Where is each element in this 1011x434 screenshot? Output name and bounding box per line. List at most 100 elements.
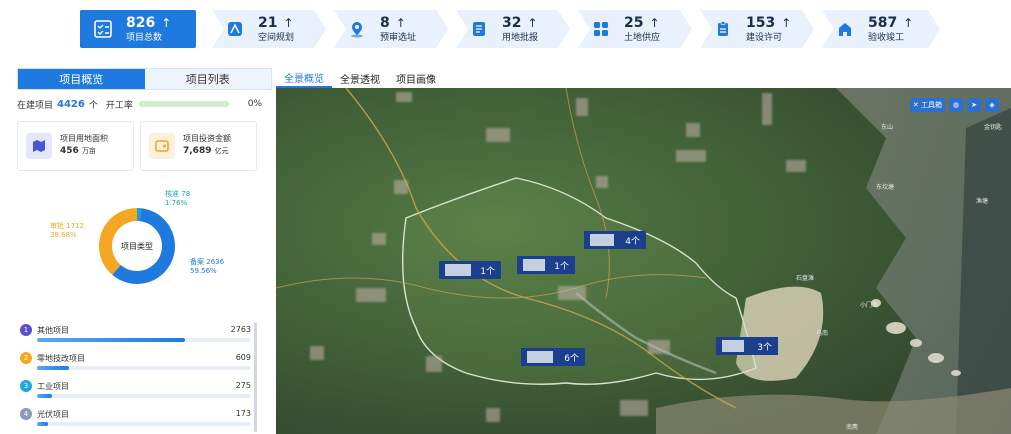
project-marker[interactable]: 1个 xyxy=(439,261,501,279)
stat-value: 25 xyxy=(624,14,644,31)
up-arrow-icon: ↑ xyxy=(649,15,660,30)
blurred-label xyxy=(576,98,588,116)
place-label: 东坎塘 xyxy=(876,184,895,191)
category-name: 工业项目 xyxy=(37,382,69,391)
donut-label-filed: 备案 2636 59.56% xyxy=(190,258,224,276)
globe-button[interactable]: ◍ xyxy=(949,98,963,112)
blurred-label xyxy=(523,259,545,271)
map-tabs: 全景概览 全景透视 项目画像 xyxy=(276,68,444,88)
slice-value: 78 xyxy=(181,190,191,198)
category-value: 609 xyxy=(235,353,251,362)
category-bar-fill xyxy=(37,394,52,398)
tab-panorama-perspective[interactable]: 全景透视 xyxy=(332,68,388,88)
card-title: 项目用地面积 xyxy=(60,134,108,144)
stat-value: 8 xyxy=(380,14,390,31)
blurred-label xyxy=(786,160,806,172)
marker-count: 3个 xyxy=(757,342,772,353)
clipboard-icon xyxy=(712,18,734,40)
place-label: 金钥匙 xyxy=(984,124,1003,131)
tab-project-portrait[interactable]: 项目画像 xyxy=(388,68,444,88)
layers-button[interactable]: ◈ xyxy=(985,98,999,112)
blurred-label xyxy=(426,356,442,372)
stat-total-projects[interactable]: 826 ↑ 项目总数 xyxy=(80,10,196,48)
stat-value: 826 xyxy=(126,14,156,31)
list-item[interactable]: 3 工业项目 275 xyxy=(17,380,257,402)
category-name: 其他项目 xyxy=(37,326,69,335)
stat-value: 587 xyxy=(868,14,898,31)
progress-unit: 个 xyxy=(88,100,98,111)
blurred-label xyxy=(372,233,386,245)
satellite-map[interactable]: 东山 金钥匙 东坎塘 渔塘 石盘滩 乌南 小门岛 南麂 1个 1个 4个 6个 … xyxy=(276,88,1011,434)
category-bar-track xyxy=(37,394,251,398)
stat-value: 21 xyxy=(258,14,278,31)
up-arrow-icon: ↑ xyxy=(161,15,172,30)
map-toolbar: ✕ 工具箱 ◍ ➤ ◈ xyxy=(909,98,999,112)
stat-spatial-planning[interactable]: 21 ↑ 空间规划 xyxy=(212,10,326,48)
blurred-label xyxy=(486,128,510,142)
tab-panorama-overview[interactable]: 全景概览 xyxy=(276,68,332,88)
blurred-label xyxy=(686,123,700,137)
marker-count: 1个 xyxy=(554,261,569,272)
location-pin-icon xyxy=(346,18,368,40)
blurred-label xyxy=(356,288,386,302)
stat-label: 验收竣工 xyxy=(868,32,905,43)
list-item[interactable]: 2 零地技改项目 609 xyxy=(17,352,257,374)
tab-project-list[interactable]: 项目列表 xyxy=(144,69,271,89)
donut-chart: 项目类型 xyxy=(99,208,175,284)
rank-badge: 1 xyxy=(20,324,32,336)
rate-progress-bar xyxy=(138,101,229,107)
tools-icon: ✕ xyxy=(912,101,919,109)
rate-label: 开工率 xyxy=(105,100,133,111)
project-marker[interactable]: 6个 xyxy=(521,348,585,366)
place-label: 乌南 xyxy=(816,330,829,337)
category-value: 2763 xyxy=(230,325,251,334)
rank-badge: 3 xyxy=(20,380,32,392)
stat-acceptance[interactable]: 587 ↑ 验收竣工 xyxy=(822,10,940,48)
blurred-label xyxy=(558,286,586,300)
donut-label-approved: 核准 78 1.76% xyxy=(165,190,190,208)
slice-value: 1712 xyxy=(66,222,85,230)
rank-badge: 2 xyxy=(20,352,32,364)
blurred-label xyxy=(722,340,744,352)
progress-label: 在建项目 xyxy=(17,100,54,111)
slice-name: 审批 xyxy=(50,222,64,230)
stat-land-supply[interactable]: 25 ↑ 土地供应 xyxy=(578,10,692,48)
card-value: 456 xyxy=(60,146,79,157)
card-unit: 亿元 xyxy=(214,147,229,156)
up-arrow-icon: ↑ xyxy=(395,15,406,30)
card-title: 项目投资金额 xyxy=(183,134,231,144)
slice-pct: 59.56% xyxy=(190,266,217,275)
stat-label: 土地供应 xyxy=(624,32,661,43)
category-bar-track xyxy=(37,366,251,370)
stat-label: 建设许可 xyxy=(746,32,783,43)
place-label: 东山 xyxy=(881,124,894,131)
construction-progress: 在建项目 4426 个 开工率 0% xyxy=(17,97,262,111)
project-marker[interactable]: 1个 xyxy=(517,256,575,274)
map-terrain xyxy=(276,88,1011,434)
tab-project-overview[interactable]: 项目概览 xyxy=(18,69,145,89)
toolbox-label: 工具箱 xyxy=(921,101,942,109)
slice-name: 备案 xyxy=(190,258,204,266)
stat-site-preselection[interactable]: 8 ↑ 预审选址 xyxy=(334,10,448,48)
marker-count: 4个 xyxy=(625,236,640,247)
list-item[interactable]: 1 其他项目 2763 xyxy=(17,324,257,346)
stat-land-approval[interactable]: 32 ↑ 用地批报 xyxy=(456,10,570,48)
stat-construction-permit[interactable]: 153 ↑ 建设许可 xyxy=(700,10,814,48)
blurred-label xyxy=(310,346,324,360)
marker-count: 1个 xyxy=(480,266,495,277)
project-marker[interactable]: 3个 xyxy=(716,337,778,355)
view-angle-button[interactable]: ➤ xyxy=(967,98,981,112)
stat-label: 用地批报 xyxy=(502,32,539,43)
up-arrow-icon: ↑ xyxy=(527,15,538,30)
slice-value: 2636 xyxy=(206,258,225,266)
list-scrollbar[interactable] xyxy=(254,322,257,432)
stat-label: 空间规划 xyxy=(258,32,295,43)
place-label: 南麂 xyxy=(846,424,859,431)
project-marker[interactable]: 4个 xyxy=(584,231,646,249)
card-unit: 万亩 xyxy=(81,147,96,156)
layers-icon: ◈ xyxy=(989,101,995,109)
toolbox-button[interactable]: ✕ 工具箱 xyxy=(909,98,945,112)
list-item[interactable]: 4 光伏项目 173 xyxy=(17,408,257,430)
stat-value: 32 xyxy=(502,14,522,31)
category-bar-fill xyxy=(37,366,70,370)
